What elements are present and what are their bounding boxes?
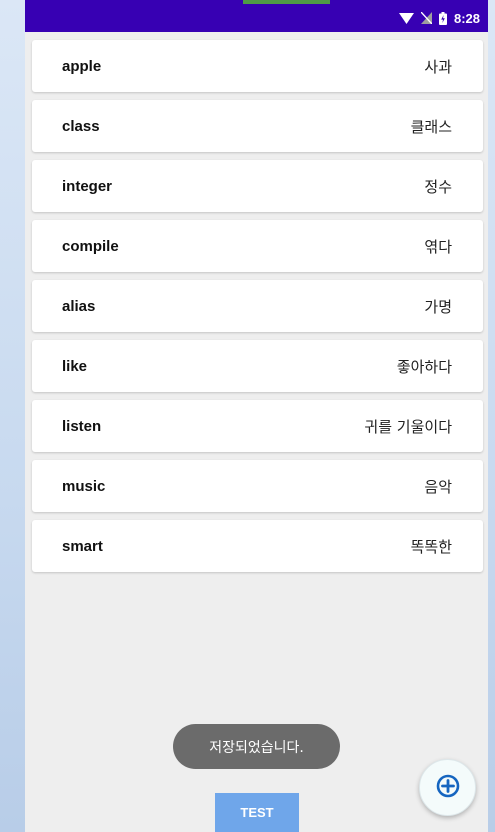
word-english: apple [62,57,102,75]
saved-toast: 저장되었습니다. [173,724,340,769]
word-english: alias [62,297,96,315]
phone-screen: 8:28 apple 사과 class 클래스 integer 정수 compi… [25,0,488,832]
word-row-apple[interactable]: apple 사과 [32,40,483,92]
word-korean: 엮다 [424,237,452,256]
word-row-like[interactable]: like 좋아하다 [32,340,483,392]
word-korean: 음악 [424,477,452,496]
word-korean: 똑똑한 [410,537,452,556]
word-korean: 좋아하다 [396,357,452,376]
word-korean: 정수 [424,177,452,196]
word-row-music[interactable]: music 음악 [32,460,483,512]
word-english: smart [62,537,103,555]
word-english: class [62,117,100,135]
word-row-class[interactable]: class 클래스 [32,100,483,152]
status-icons: 8:28 [398,10,480,26]
battery-icon [438,11,447,25]
wifi-icon [398,12,414,24]
word-row-listen[interactable]: listen 귀를 기울이다 [32,400,483,452]
word-korean: 사과 [424,57,452,76]
word-list: apple 사과 class 클래스 integer 정수 compile 엮다… [32,40,483,580]
add-circle-icon [436,774,460,801]
add-fab-button[interactable] [419,759,476,816]
word-row-smart[interactable]: smart 똑똑한 [32,520,483,572]
word-row-compile[interactable]: compile 엮다 [32,220,483,272]
no-signal-icon [420,12,432,24]
status-indicator [243,0,330,4]
status-bar: 8:28 [25,0,488,32]
word-row-integer[interactable]: integer 정수 [32,160,483,212]
word-english: music [62,477,106,495]
word-korean: 클래스 [410,117,452,136]
word-korean: 귀를 기울이다 [364,417,452,436]
word-english: like [62,357,88,375]
word-english: integer [62,177,113,195]
word-english: listen [62,417,102,435]
word-english: compile [62,237,119,255]
clock-text: 8:28 [453,10,480,26]
test-button[interactable]: TEST [215,793,299,832]
word-row-alias[interactable]: alias 가명 [32,280,483,332]
word-korean: 가명 [424,297,452,316]
